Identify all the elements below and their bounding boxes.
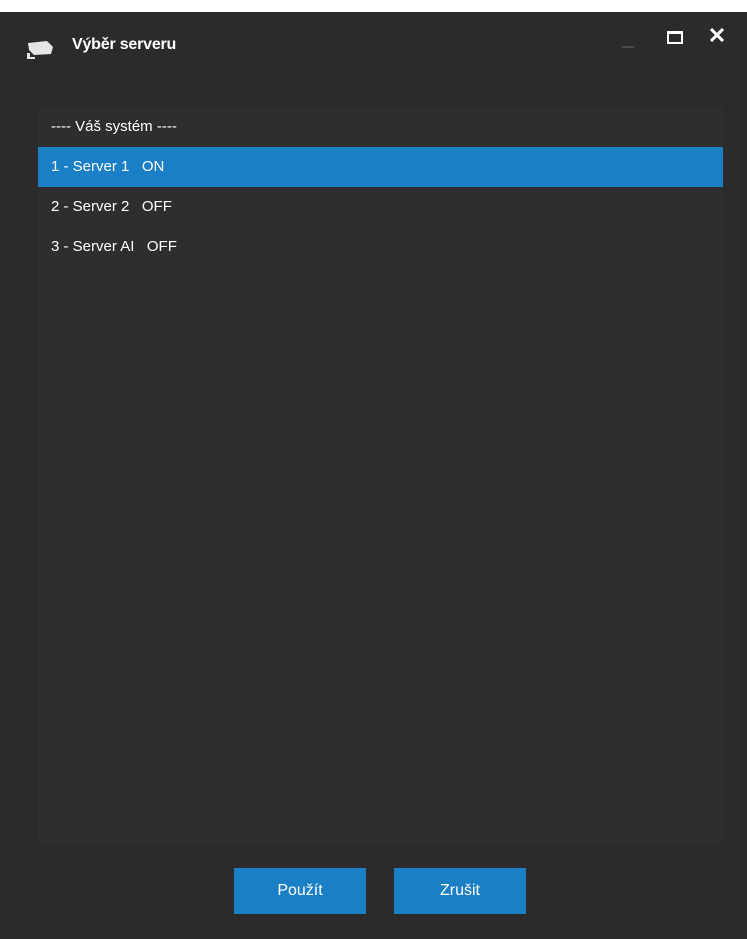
minimize-button[interactable] [610, 22, 646, 58]
server-selection-window: Výběr serveru ---- Váš systém ---- 1 - S… [0, 12, 747, 939]
close-button[interactable] [699, 22, 735, 58]
close-icon [710, 28, 724, 42]
camera-icon [27, 41, 53, 59]
apply-button[interactable]: Použít [234, 868, 366, 914]
list-item-server-ai[interactable]: 3 - Server AI OFF [38, 227, 723, 267]
list-item-server-1[interactable]: 1 - Server 1 ON [38, 147, 723, 187]
cancel-button[interactable]: Zrušit [394, 868, 526, 914]
list-header: ---- Váš systém ---- [51, 118, 177, 135]
title-bar[interactable]: Výběr serveru [0, 12, 747, 76]
maximize-icon [667, 30, 683, 44]
maximize-button[interactable] [657, 22, 693, 58]
window-title: Výběr serveru [72, 36, 177, 53]
list-item-server-2[interactable]: 2 - Server 2 OFF [38, 187, 723, 227]
server-list[interactable]: ---- Váš systém ---- 1 - Server 1 ON 2 -… [38, 107, 723, 843]
minimize-icon [622, 46, 634, 48]
